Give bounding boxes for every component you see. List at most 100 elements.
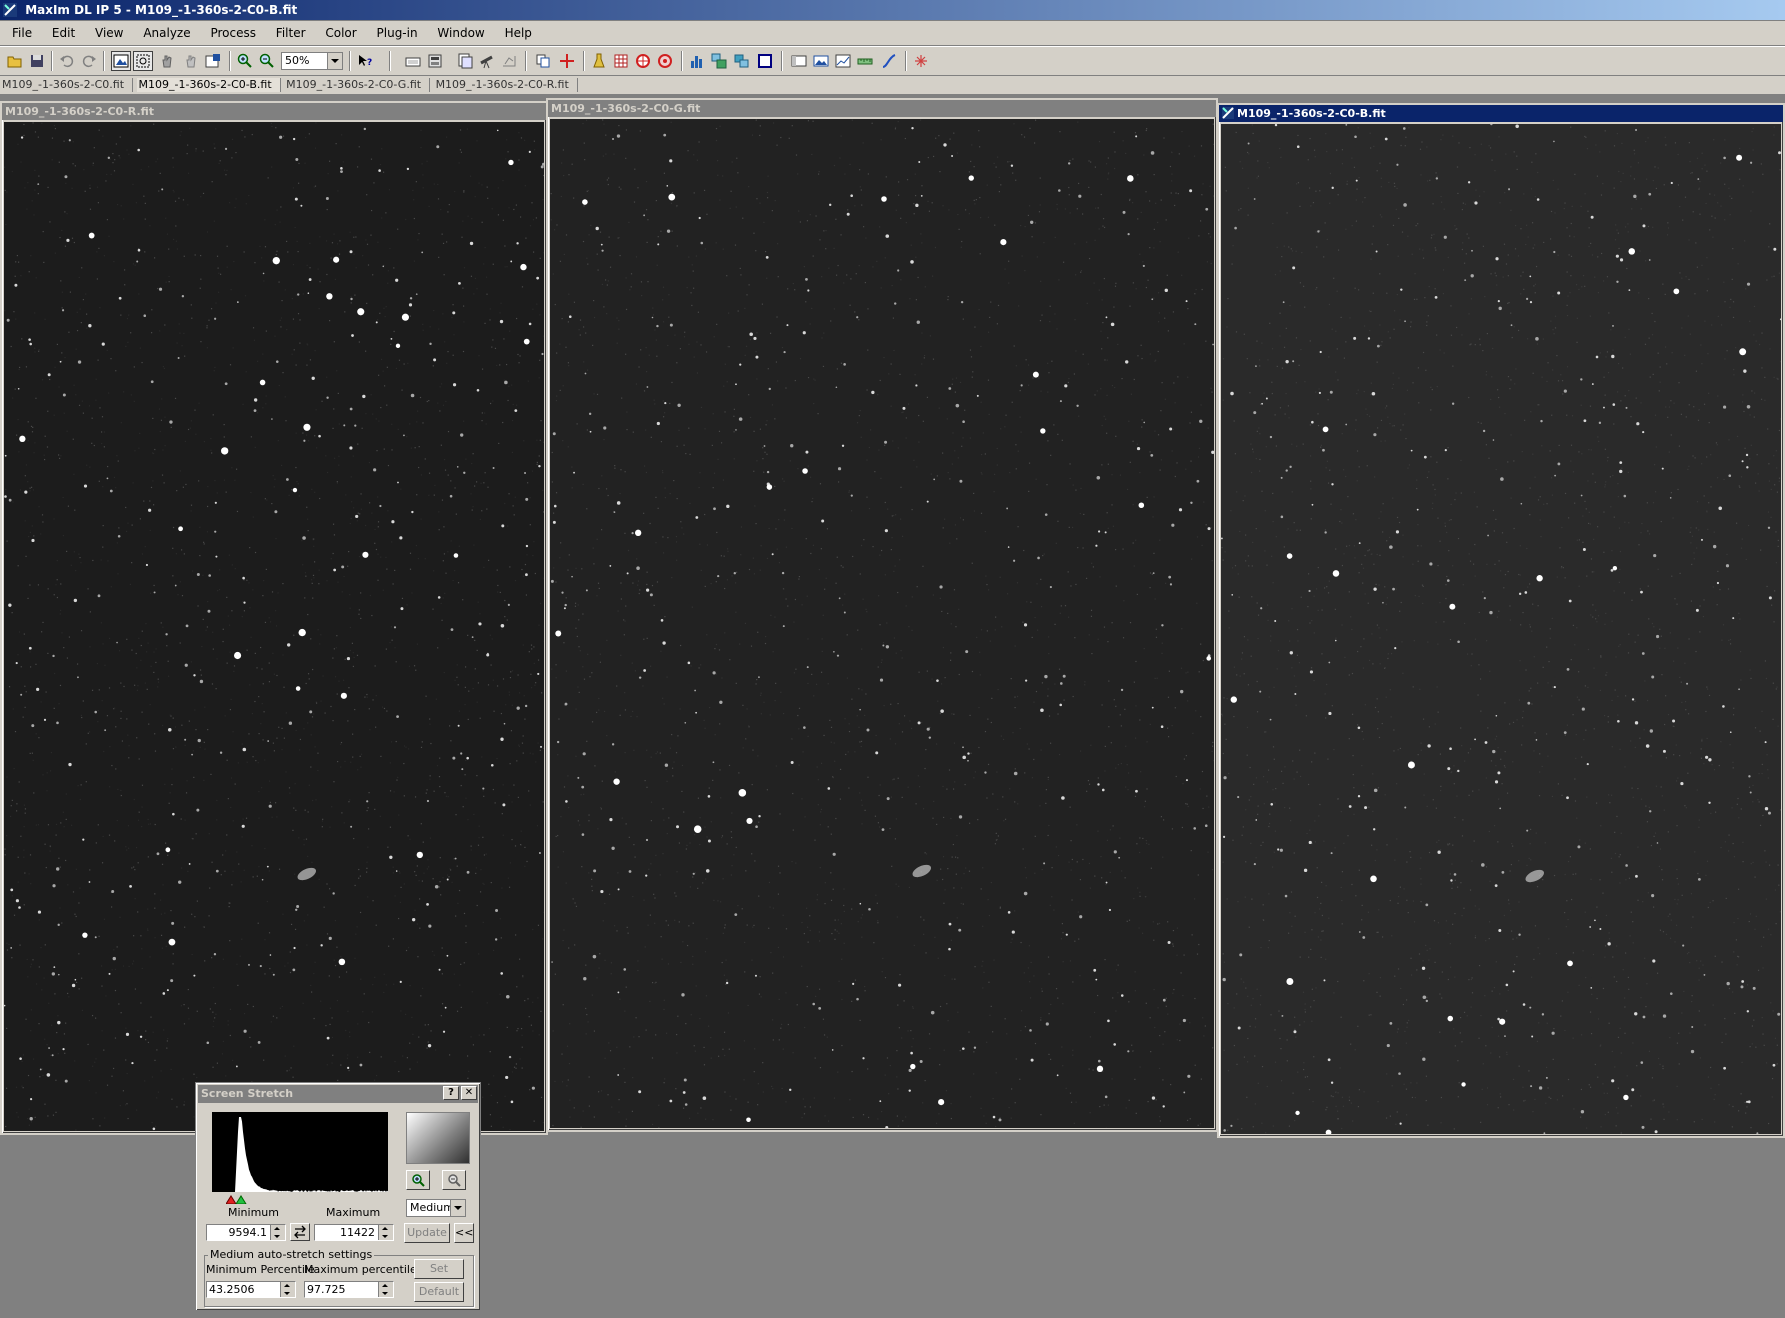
default-button[interactable]: Default: [414, 1282, 464, 1302]
calibrate-button[interactable]: [589, 51, 609, 71]
star-field-canvas: [1221, 124, 1781, 1134]
copy-window-button[interactable]: [533, 51, 553, 71]
convert-button[interactable]: [455, 51, 475, 71]
min-marker-icon[interactable]: [226, 1196, 236, 1204]
spinner-icon[interactable]: [378, 1225, 393, 1240]
stretch-mode-select[interactable]: Medium: [406, 1199, 466, 1217]
red-target-icon: [635, 53, 651, 69]
star-marker-button[interactable]: [911, 51, 931, 71]
tile-button[interactable]: [731, 51, 751, 71]
zoom-in-icon: [237, 53, 253, 69]
save-button[interactable]: [27, 51, 47, 71]
properties-button[interactable]: [203, 51, 223, 71]
screen-stretch-dialog: Screen Stretch ? ✕ Medium Minimum Maximu…: [195, 1082, 481, 1311]
spinner-icon[interactable]: [280, 1282, 295, 1297]
image-window-title-active[interactable]: M109_-1-360s-2-C0-B.fit: [1219, 105, 1783, 122]
ruler-button[interactable]: [855, 51, 875, 71]
swap-button[interactable]: [290, 1223, 310, 1241]
curve-icon: [881, 53, 897, 69]
redo-button[interactable]: [79, 51, 99, 71]
tab-m109-c0-b[interactable]: M109_-1-360s-2-C0-B.fit: [137, 78, 281, 92]
tab-m109-c0-r[interactable]: M109_-1-360s-2-C0-R.fit: [434, 78, 578, 92]
zoom-out-button[interactable]: [257, 51, 277, 71]
context-help-button[interactable]: ?: [355, 51, 375, 71]
crosshair-button[interactable]: [557, 51, 577, 71]
image-window-b[interactable]: M109_-1-360s-2-C0-B.fit: [1217, 103, 1785, 1138]
histogram-button[interactable]: [687, 51, 707, 71]
image-window-g[interactable]: M109_-1-360s-2-C0-G.fit: [546, 98, 1218, 1132]
image-window-title[interactable]: M109_-1-360s-2-C0-G.fit: [548, 100, 1216, 117]
zoom-in-button[interactable]: [235, 51, 255, 71]
align-button[interactable]: [477, 51, 497, 71]
collapse-button[interactable]: <<: [454, 1223, 474, 1243]
graph-window-button[interactable]: [833, 51, 853, 71]
max-percentile-label: Maximum percentile: [304, 1263, 417, 1276]
undo-button[interactable]: [57, 51, 77, 71]
star-field-canvas: [4, 122, 544, 1131]
open-button[interactable]: [5, 51, 25, 71]
image-window-r[interactable]: M109_-1-360s-2-C0-R.fit: [0, 101, 548, 1135]
zoom-in-icon: [411, 1173, 425, 1187]
chevron-down-icon[interactable]: [450, 1200, 465, 1216]
menu-plugin[interactable]: Plug-in: [369, 21, 426, 45]
chevron-down-icon[interactable]: [327, 53, 342, 69]
set-button[interactable]: Set: [414, 1259, 464, 1279]
curves-button[interactable]: [879, 51, 899, 71]
stack-combine-icon: [501, 53, 517, 69]
max-marker-icon[interactable]: [236, 1196, 246, 1204]
histogram-zoom-out-button[interactable]: [442, 1170, 466, 1190]
info-button[interactable]: [181, 51, 201, 71]
menu-process[interactable]: Process: [202, 21, 264, 45]
menu-edit[interactable]: Edit: [44, 21, 83, 45]
info-window-button[interactable]: [789, 51, 809, 71]
screen-stretch-button[interactable]: [811, 51, 831, 71]
menu-window[interactable]: Window: [429, 21, 492, 45]
spinner-icon[interactable]: [378, 1282, 393, 1297]
star-field-image[interactable]: [550, 119, 1214, 1128]
menu-analyze[interactable]: Analyze: [135, 21, 198, 45]
observatory-button[interactable]: [425, 51, 445, 71]
max-percentile-input[interactable]: 97.725: [304, 1281, 394, 1298]
minimum-value-input[interactable]: 9594.1: [206, 1224, 286, 1241]
image-window-title[interactable]: M109_-1-360s-2-C0-R.fit: [2, 103, 546, 120]
tab-m109-c0[interactable]: M109_-1-360s-2-C0.fit: [0, 78, 133, 92]
camera-control-button[interactable]: [403, 51, 423, 71]
spinner-icon[interactable]: [270, 1225, 285, 1240]
maximum-value-input[interactable]: 11422: [314, 1224, 394, 1241]
close-button[interactable]: ✕: [461, 1086, 477, 1100]
histogram-zoom-in-button[interactable]: [406, 1170, 430, 1190]
floppy-save-icon: [29, 53, 45, 69]
color-stack-button[interactable]: [655, 51, 675, 71]
arrange-button[interactable]: [709, 51, 729, 71]
help-button[interactable]: ?: [443, 1086, 459, 1100]
deconvolve-button[interactable]: [633, 51, 653, 71]
line-graph-icon: [835, 53, 851, 69]
menu-help[interactable]: Help: [497, 21, 540, 45]
combine-button[interactable]: [499, 51, 519, 71]
menu-filter[interactable]: Filter: [268, 21, 314, 45]
min-percentile-value: 43.2506: [209, 1283, 255, 1296]
stretch-markers[interactable]: [226, 1194, 266, 1204]
min-percentile-input[interactable]: 43.2506: [206, 1281, 296, 1298]
maxim-app-icon[interactable]: [3, 3, 17, 17]
window-title: MaxIm DL IP 5 - M109_-1-360s-2-C0-B.fit: [25, 3, 297, 17]
blink-button[interactable]: [611, 51, 631, 71]
fullscreen-button[interactable]: [755, 51, 775, 71]
star-field-image[interactable]: [1221, 124, 1781, 1134]
menu-file[interactable]: File: [0, 21, 40, 45]
redo-icon: [81, 53, 97, 69]
menu-color[interactable]: Color: [317, 21, 364, 45]
image-view-button[interactable]: [111, 51, 131, 71]
window-list-icon: [791, 53, 807, 69]
swap-arrows-icon: [293, 1225, 307, 1239]
menu-view[interactable]: View: [87, 21, 131, 45]
dialog-title-bar[interactable]: Screen Stretch: [198, 1085, 478, 1103]
zoom-level-combo[interactable]: 50%: [281, 52, 343, 70]
update-button[interactable]: Update: [404, 1223, 450, 1243]
tab-m109-c0-g[interactable]: M109_-1-360s-2-C0-G.fit: [284, 78, 430, 92]
histogram-plot[interactable]: [212, 1112, 388, 1192]
star-field-image[interactable]: [4, 122, 544, 1131]
pan-button[interactable]: [157, 51, 177, 71]
select-area-button[interactable]: [133, 51, 153, 71]
tile-windows-icon: [733, 53, 749, 69]
